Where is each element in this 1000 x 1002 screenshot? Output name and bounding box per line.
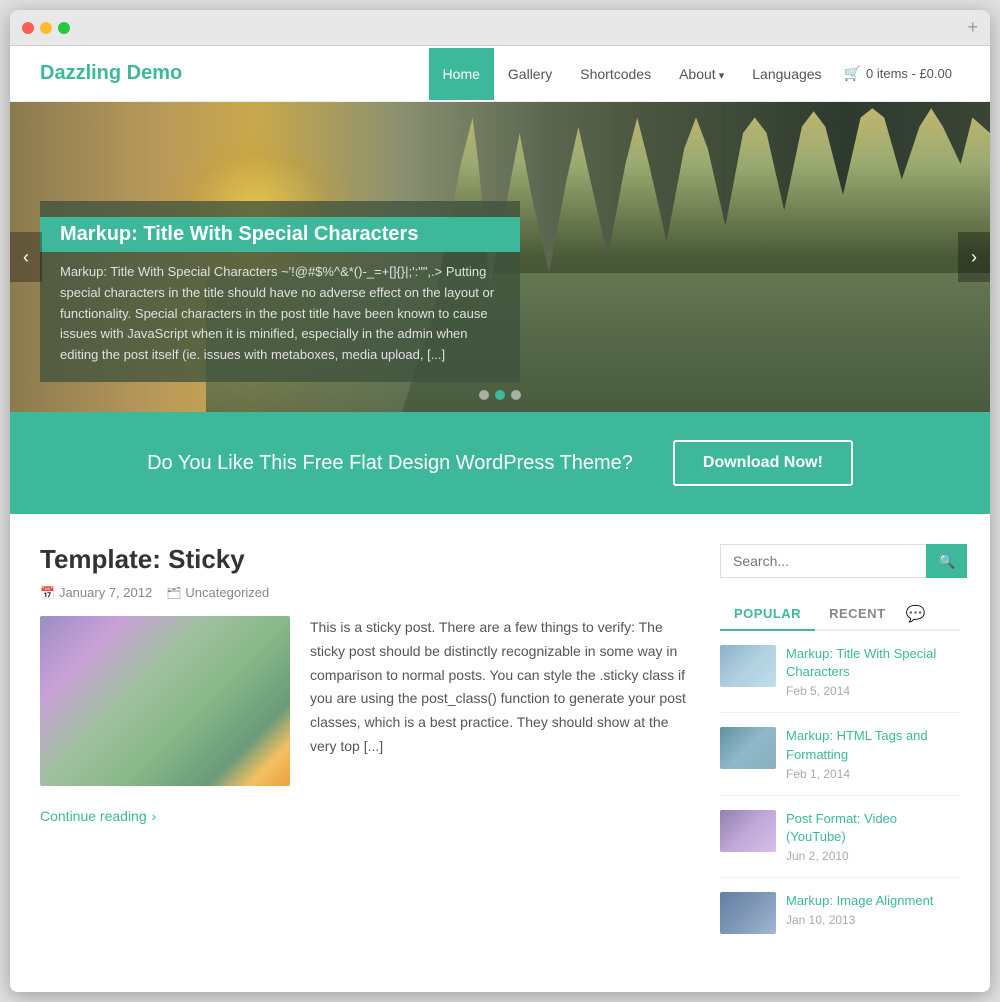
nav-cart[interactable]: 🛒 0 items - £0.00 xyxy=(836,47,960,100)
slider-dot-2[interactable] xyxy=(495,390,505,400)
sidebar-thumb-4 xyxy=(720,892,776,934)
list-item: Markup: Image Alignment Jan 10, 2013 xyxy=(720,892,960,948)
slider-prev-button[interactable]: ‹ xyxy=(10,232,42,282)
list-item: Markup: HTML Tags and Formatting Feb 1, … xyxy=(720,727,960,795)
list-item: Post Format: Video (YouTube) Jun 2, 2010 xyxy=(720,810,960,878)
post-date-text: January 7, 2012 xyxy=(59,585,152,600)
chat-icon: 💬 xyxy=(906,604,926,624)
sidebar-thumb-2 xyxy=(720,727,776,769)
nav-gallery[interactable]: Gallery xyxy=(494,48,566,100)
maximize-button[interactable] xyxy=(58,22,70,34)
hero-content: Markup: Title With Special Characters Ma… xyxy=(40,201,520,382)
sidebar-post-title-2[interactable]: Markup: HTML Tags and Formatting xyxy=(786,727,960,763)
sidebar-post-date-3: Jun 2, 2010 xyxy=(786,849,960,863)
site-logo: Dazzling Demo xyxy=(40,62,429,85)
blog-section: Template: Sticky 📅 January 7, 2012 🗂 Unc… xyxy=(40,544,690,962)
sidebar-post-info-1: Markup: Title With Special Characters Fe… xyxy=(786,645,960,698)
sidebar: 🔍 POPULAR RECENT 💬 Markup: Title With Sp… xyxy=(720,544,960,962)
nav-about[interactable]: About xyxy=(665,48,738,100)
post-title: Template: Sticky xyxy=(40,544,690,575)
cart-label: 0 items - £0.00 xyxy=(866,66,952,81)
minimize-button[interactable] xyxy=(40,22,52,34)
hero-text: Markup: Title With Special Characters ~'… xyxy=(60,262,500,366)
calendar-icon: 📅 xyxy=(40,586,55,600)
search-button[interactable]: 🔍 xyxy=(926,544,967,578)
tab-popular[interactable]: POPULAR xyxy=(720,598,815,631)
search-box: 🔍 xyxy=(720,544,960,578)
tab-recent[interactable]: RECENT xyxy=(815,598,899,629)
site: Dazzling Demo Home Gallery Shortcodes Ab… xyxy=(10,46,990,992)
slider-next-button[interactable]: › xyxy=(958,232,990,282)
sidebar-posts-list: Markup: Title With Special Characters Fe… xyxy=(720,645,960,948)
slider-dots xyxy=(479,390,521,400)
read-more-arrow: › xyxy=(152,808,157,824)
read-more-text: Continue reading xyxy=(40,808,147,824)
read-more-link[interactable]: Continue reading › xyxy=(40,808,690,824)
new-tab-button[interactable]: + xyxy=(967,17,978,38)
sidebar-post-date-2: Feb 1, 2014 xyxy=(786,767,960,781)
browser-chrome: + xyxy=(10,10,990,46)
download-button[interactable]: Download Now! xyxy=(673,440,853,486)
sidebar-tabs: POPULAR RECENT 💬 xyxy=(720,598,960,631)
post-excerpt: This is a sticky post. There are a few t… xyxy=(310,616,690,759)
cta-text: Do You Like This Free Flat Design WordPr… xyxy=(147,452,633,475)
search-input[interactable] xyxy=(720,544,926,578)
hero-slider: ‹ › Markup: Title With Special Character… xyxy=(10,102,990,412)
nav-home[interactable]: Home xyxy=(429,48,494,100)
post-date: 📅 January 7, 2012 xyxy=(40,585,152,600)
sidebar-post-title-3[interactable]: Post Format: Video (YouTube) xyxy=(786,810,960,846)
site-nav: Home Gallery Shortcodes About Languages … xyxy=(429,47,960,100)
post-body: This is a sticky post. There are a few t… xyxy=(40,616,690,796)
site-header: Dazzling Demo Home Gallery Shortcodes Ab… xyxy=(10,46,990,102)
post-thumbnail xyxy=(40,616,290,786)
sidebar-post-title-1[interactable]: Markup: Title With Special Characters xyxy=(786,645,960,681)
close-button[interactable] xyxy=(22,22,34,34)
sidebar-post-info-3: Post Format: Video (YouTube) Jun 2, 2010 xyxy=(786,810,960,863)
cart-icon: 🛒 xyxy=(844,65,861,82)
category-icon: 🗂 xyxy=(166,586,181,600)
main-content: Template: Sticky 📅 January 7, 2012 🗂 Unc… xyxy=(10,514,990,992)
sidebar-post-date-4: Jan 10, 2013 xyxy=(786,913,933,927)
nav-shortcodes[interactable]: Shortcodes xyxy=(566,48,665,100)
nav-languages[interactable]: Languages xyxy=(738,48,835,100)
slider-dot-3[interactable] xyxy=(511,390,521,400)
sidebar-thumb-1 xyxy=(720,645,776,687)
sidebar-thumb-3 xyxy=(720,810,776,852)
post-meta: 📅 January 7, 2012 🗂 Uncategorized xyxy=(40,585,690,600)
list-item: Markup: Title With Special Characters Fe… xyxy=(720,645,960,713)
sidebar-post-info-2: Markup: HTML Tags and Formatting Feb 1, … xyxy=(786,727,960,780)
post-category: 🗂 Uncategorized xyxy=(166,585,269,600)
sidebar-post-title-4[interactable]: Markup: Image Alignment xyxy=(786,892,933,910)
cta-banner: Do You Like This Free Flat Design WordPr… xyxy=(10,412,990,514)
hero-title: Markup: Title With Special Characters xyxy=(40,217,520,252)
post-category-text: Uncategorized xyxy=(185,585,269,600)
browser-window: + Dazzling Demo Home Gallery Shortcodes … xyxy=(10,10,990,992)
slider-dot-1[interactable] xyxy=(479,390,489,400)
traffic-lights xyxy=(22,22,70,34)
sidebar-post-date-1: Feb 5, 2014 xyxy=(786,684,960,698)
sidebar-post-info-4: Markup: Image Alignment Jan 10, 2013 xyxy=(786,892,933,934)
